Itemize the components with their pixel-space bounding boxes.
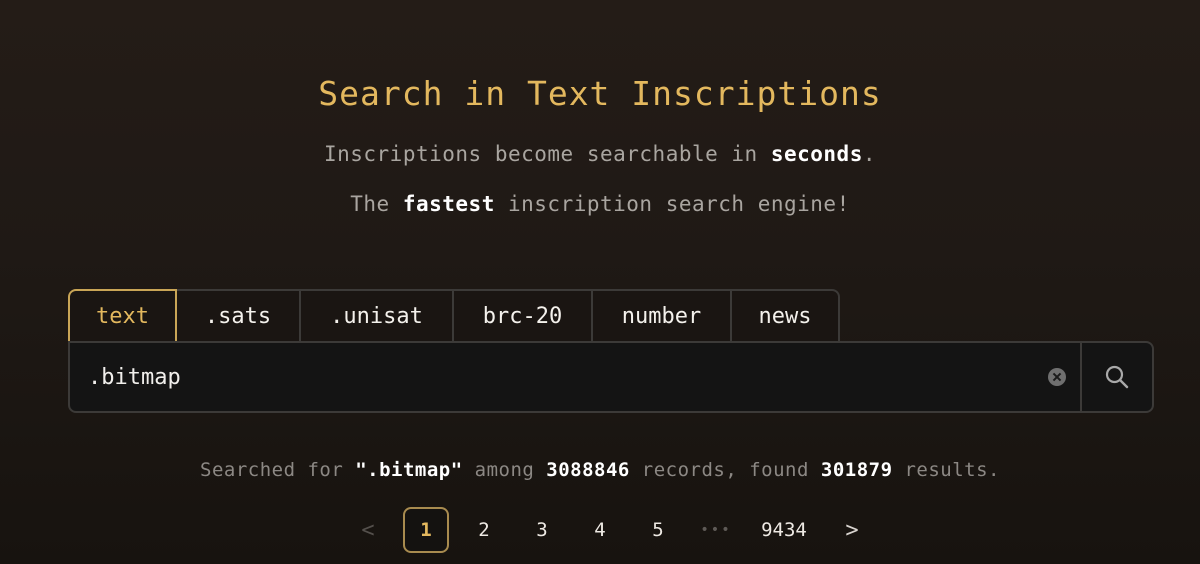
result-text: Searched for bbox=[200, 459, 356, 481]
search-input[interactable] bbox=[70, 343, 1038, 411]
result-records-count: 3088846 bbox=[546, 459, 630, 481]
search-button[interactable] bbox=[1080, 343, 1152, 411]
page-button[interactable]: 4 bbox=[577, 507, 623, 553]
result-text: records, found bbox=[629, 459, 821, 481]
search-box bbox=[68, 341, 1154, 413]
tagline-2-highlight: fastest bbox=[402, 192, 495, 216]
tagline-2-text: The bbox=[350, 192, 403, 216]
tagline-1-end: . bbox=[862, 142, 877, 166]
tagline-1-highlight: seconds bbox=[770, 142, 863, 166]
tab-brc-20[interactable]: brc-20 bbox=[454, 289, 593, 342]
search-result-summary: Searched for ".bitmap" among 3088846 rec… bbox=[0, 459, 1200, 481]
tab-unisat[interactable]: .unisat bbox=[301, 289, 454, 342]
clear-circle-icon[interactable] bbox=[1048, 368, 1066, 386]
page-button[interactable]: 2 bbox=[461, 507, 507, 553]
page-button[interactable]: 3 bbox=[519, 507, 565, 553]
chevron-left-icon[interactable]: < bbox=[345, 507, 391, 553]
search-category-tabs: text .sats .unisat brc-20 number news bbox=[68, 289, 840, 342]
chevron-right-icon[interactable]: > bbox=[829, 507, 875, 553]
page-title: Search in Text Inscriptions bbox=[318, 74, 882, 114]
tab-sats[interactable]: .sats bbox=[177, 289, 301, 342]
tagline-2-end: inscription search engine! bbox=[494, 192, 850, 216]
tab-news[interactable]: news bbox=[732, 289, 840, 342]
result-query: ".bitmap" bbox=[355, 459, 463, 481]
tagline-2: The fastest inscription search engine! bbox=[0, 192, 1200, 216]
tab-text[interactable]: text bbox=[68, 289, 177, 342]
page-button-current[interactable]: 1 bbox=[403, 507, 449, 553]
ellipsis-icon[interactable]: ••• bbox=[693, 507, 739, 553]
tab-number[interactable]: number bbox=[593, 289, 732, 342]
pagination: < 1 2 3 4 5 ••• 9434 > bbox=[345, 507, 887, 553]
tagline-1-text: Inscriptions become searchable in bbox=[323, 142, 771, 166]
tagline-1: Inscriptions become searchable in second… bbox=[0, 142, 1200, 166]
result-text: results. bbox=[892, 459, 1000, 481]
page-button-last[interactable]: 9434 bbox=[751, 507, 817, 553]
page-button[interactable]: 5 bbox=[635, 507, 681, 553]
result-found-count: 301879 bbox=[820, 459, 893, 481]
result-text: among bbox=[462, 459, 547, 481]
search-icon bbox=[1105, 365, 1129, 389]
